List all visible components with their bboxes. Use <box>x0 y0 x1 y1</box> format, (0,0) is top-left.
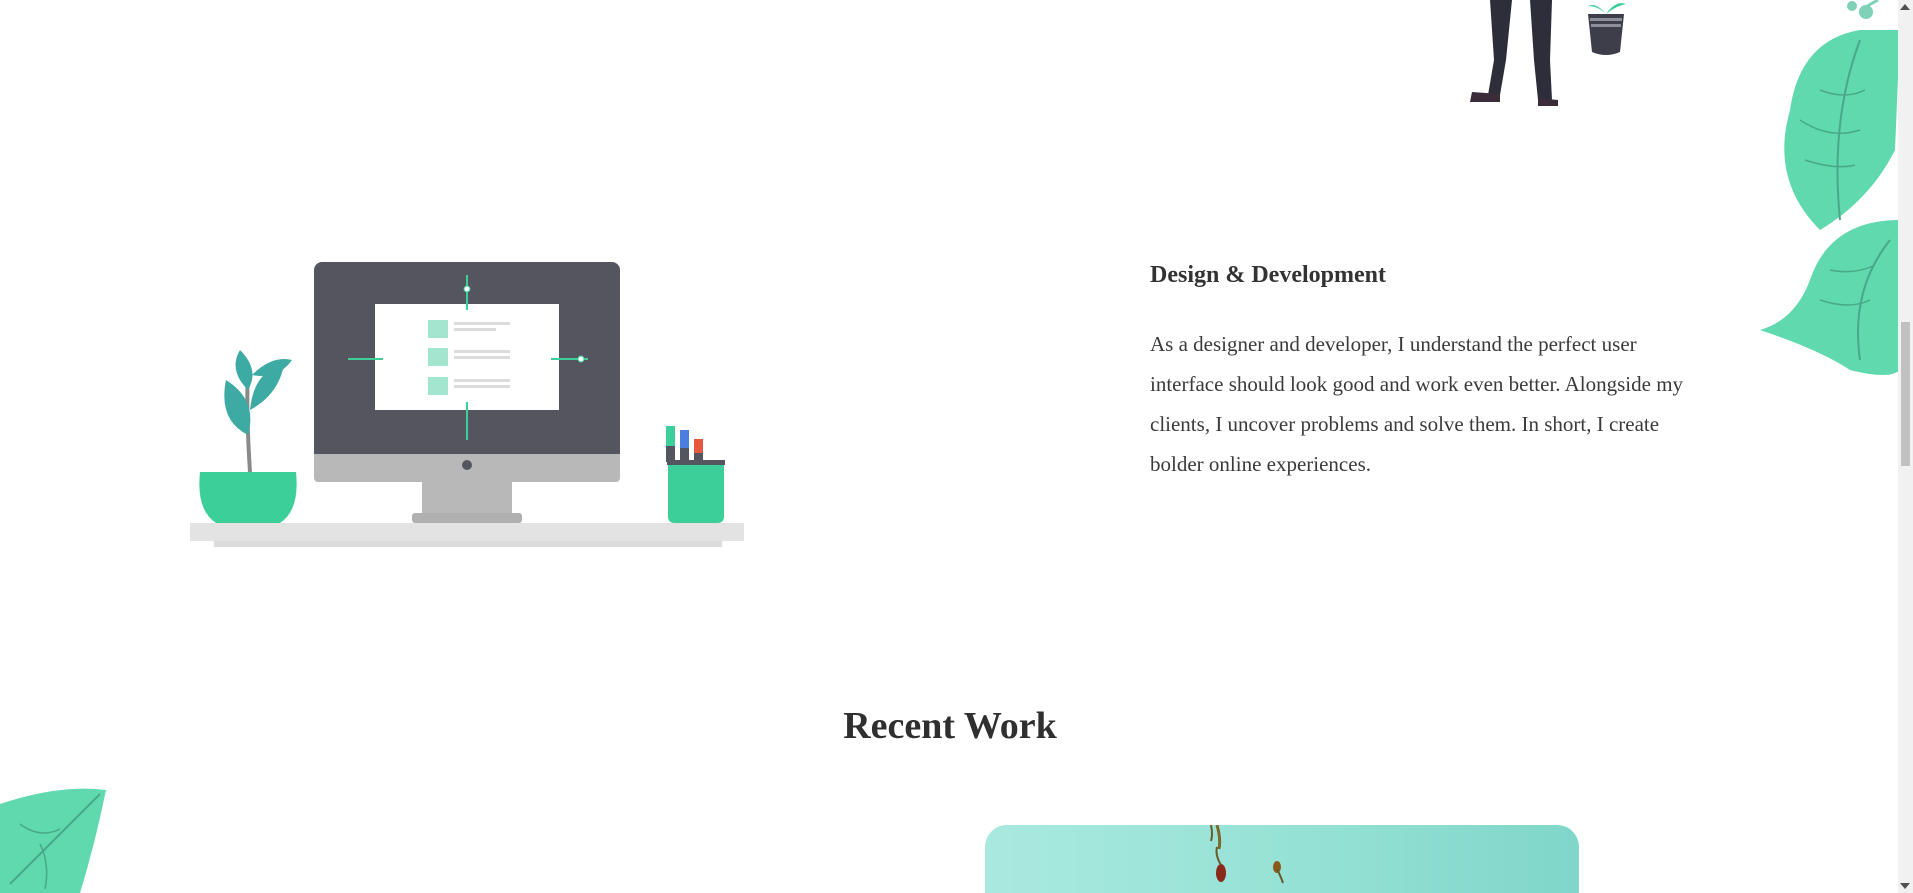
recent-work-title: Recent Work <box>843 705 1057 747</box>
decorative-leaf-icon <box>0 788 106 893</box>
scrollbar-thumb[interactable] <box>1901 322 1910 466</box>
page-scrollbar[interactable] <box>1898 0 1913 893</box>
about-heading: Design & Development <box>1150 262 1386 288</box>
work-thumbnail-image <box>1210 825 1284 884</box>
recent-work-card[interactable] <box>985 825 1579 893</box>
page: Design & Development As a designer and d… <box>0 0 1913 893</box>
decorative-leaf-icon <box>1760 0 1900 375</box>
person-with-plant-illustration <box>1470 0 1626 106</box>
scroll-down-arrow-icon[interactable] <box>1900 883 1910 889</box>
about-description: As a designer and developer, I understan… <box>1150 332 1684 476</box>
scroll-up-arrow-icon[interactable] <box>1900 4 1910 10</box>
desk-with-monitor-illustration <box>190 262 744 547</box>
